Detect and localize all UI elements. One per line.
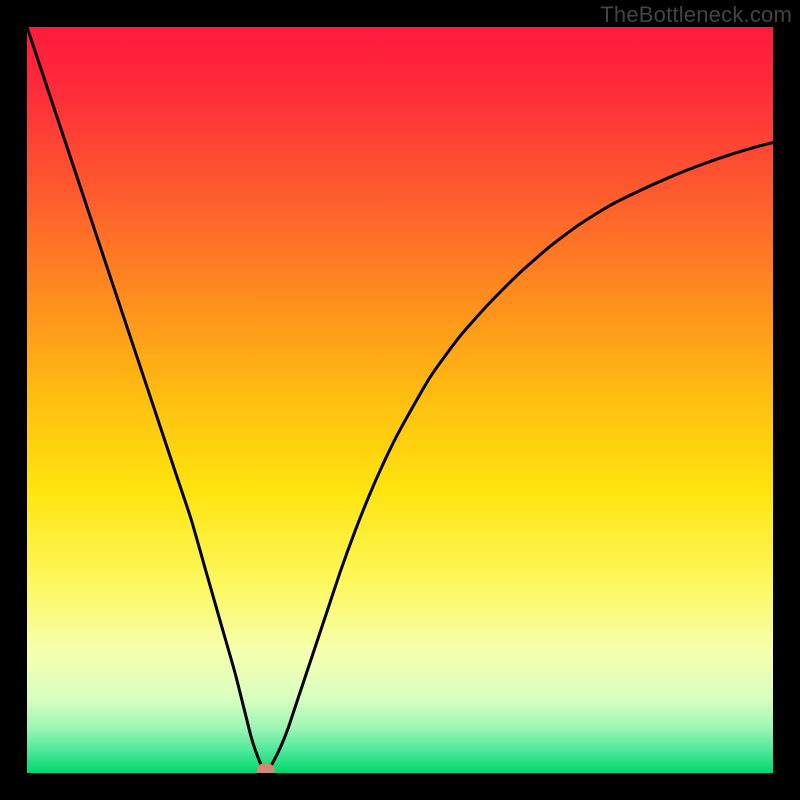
chart-background	[27, 27, 773, 773]
watermark-text: TheBottleneck.com	[600, 2, 792, 28]
chart-frame: TheBottleneck.com	[0, 0, 800, 800]
chart-svg	[27, 27, 773, 773]
plot-area	[27, 27, 773, 773]
